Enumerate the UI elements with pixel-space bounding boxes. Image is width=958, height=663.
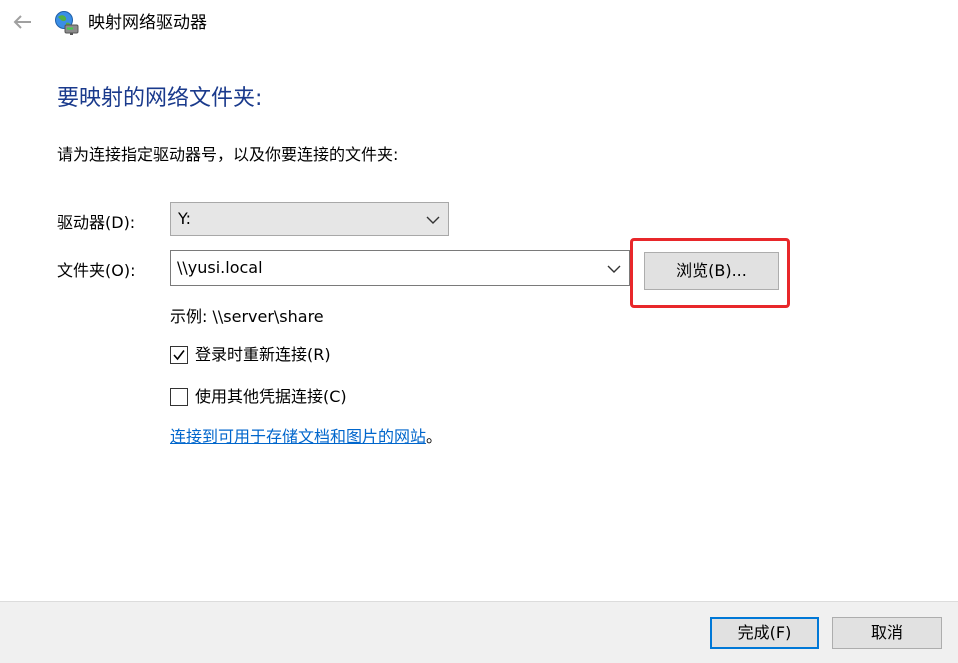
checkbox-box[interactable]: [170, 388, 188, 406]
checkbox-box[interactable]: [170, 346, 188, 364]
page-heading: 要映射的网络文件夹:: [57, 86, 263, 111]
drive-label: 驱动器(D):: [57, 213, 136, 232]
other-credentials-label: 使用其他凭据连接(C): [195, 387, 347, 406]
back-button[interactable]: [8, 10, 36, 34]
window-title: 映射网络驱动器: [88, 13, 207, 33]
website-link-row: 连接到可用于存储文档和图片的网站。: [170, 426, 442, 448]
checkmark-icon: [173, 350, 185, 361]
folder-path-value: \\yusi.local: [177, 258, 263, 277]
title-bar: 映射网络驱动器: [0, 0, 958, 46]
drive-letter-select[interactable]: Y:: [170, 202, 449, 236]
chevron-down-icon: [426, 216, 440, 224]
map-network-drive-dialog: 映射网络驱动器 要映射的网络文件夹: 请为连接指定驱动器号，以及你要连接的文件夹…: [0, 0, 958, 663]
website-link[interactable]: 连接到可用于存储文档和图片的网站: [170, 427, 426, 446]
instruction-text: 请为连接指定驱动器号，以及你要连接的文件夹:: [57, 145, 399, 164]
example-text: 示例: \\server\share: [170, 307, 324, 326]
reconnect-checkbox[interactable]: 登录时重新连接(R): [170, 344, 331, 366]
network-drive-icon: [54, 10, 80, 36]
cancel-button[interactable]: 取消: [832, 617, 942, 649]
drive-letter-value: Y:: [178, 209, 192, 228]
folder-path-input[interactable]: \\yusi.local: [170, 250, 630, 286]
browse-button[interactable]: 浏览(B)...: [644, 252, 779, 290]
finish-button[interactable]: 完成(F): [710, 617, 819, 649]
dialog-footer: 完成(F) 取消: [0, 601, 958, 663]
back-arrow-icon: [13, 15, 31, 29]
other-credentials-checkbox[interactable]: 使用其他凭据连接(C): [170, 386, 347, 408]
folder-label: 文件夹(O):: [57, 261, 136, 280]
chevron-down-icon[interactable]: [607, 264, 621, 274]
reconnect-label: 登录时重新连接(R): [195, 345, 331, 364]
link-suffix: 。: [426, 427, 443, 446]
